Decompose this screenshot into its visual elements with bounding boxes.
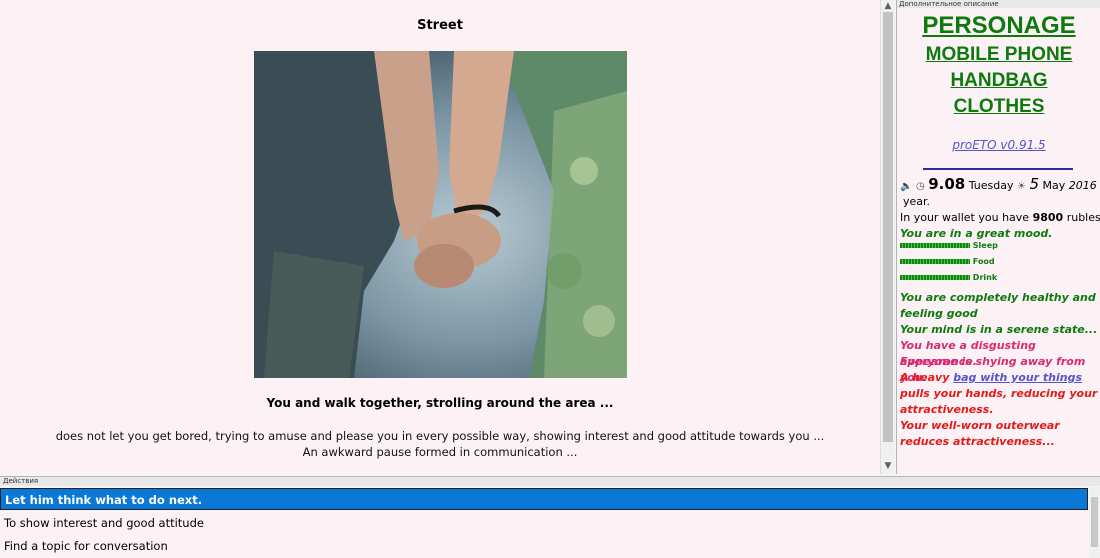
action-item-selected[interactable]: Let him think what to do next. <box>0 488 1088 510</box>
drink-bar <box>900 275 970 280</box>
outerwear-text: Your well-worn outerwear reduces attract… <box>900 419 1060 448</box>
mind-text: Your mind is in a serene state... <box>900 323 1098 336</box>
sleep-stat: Sleep <box>900 241 998 250</box>
scrollbar-thumb[interactable] <box>883 12 893 442</box>
mobile-phone-link[interactable]: MOBILE PHONE <box>897 44 1100 66</box>
date-time-row: 🔈 ◷ 9.08 Tuesday ☀ 5 May 2016 <box>900 175 1097 193</box>
version-link[interactable]: proETO v0.91.5 <box>897 138 1100 152</box>
weather-icon: ☀ <box>1016 181 1026 192</box>
additional-description-pane: Дополнительное описание PERSONAGE MOBILE… <box>896 0 1100 474</box>
food-stat: Food <box>900 257 995 266</box>
location-title: Street <box>417 18 463 33</box>
personage-link[interactable]: PERSONAGE <box>897 12 1100 40</box>
main-description-pane: Street You and walk together, strolling … <box>0 0 881 474</box>
stat-label: Food <box>972 257 995 266</box>
year-word: year. <box>903 195 931 208</box>
wallet-prefix: In your wallet you have <box>900 211 1030 224</box>
wallet-line: In your wallet you have 9800 rubles <box>900 211 1100 224</box>
action-item[interactable]: To show interest and good attitude <box>0 512 1088 534</box>
weekday: Tuesday <box>968 179 1014 192</box>
stat-label: Drink <box>972 273 998 282</box>
scroll-up-arrow-icon[interactable]: ▲ <box>881 0 895 12</box>
bag-link[interactable]: bag with your things <box>953 371 1082 384</box>
actions-pane: Действия Let him think what to do next. … <box>0 476 1100 558</box>
divider <box>923 168 1073 170</box>
day-value: 5 <box>1029 175 1039 193</box>
scene-image <box>254 51 627 378</box>
scene-text-line: does not let you get bored, trying to am… <box>55 429 825 443</box>
actions-scrollbar[interactable] <box>1089 487 1100 558</box>
bag-text-pre: A heavy <box>900 371 950 384</box>
bag-text: A heavy bag with your things pulls your … <box>900 370 1098 418</box>
health-text: You are completely healthy and feeling g… <box>900 291 1096 320</box>
actions-header: Действия <box>0 477 1100 486</box>
year-number: 2016 <box>1068 179 1097 192</box>
action-item[interactable]: Find a topic for conversation <box>0 535 1088 557</box>
handbag-link[interactable]: HANDBAG <box>897 70 1100 92</box>
time-value: 9.08 <box>928 175 966 193</box>
scroll-down-arrow-icon[interactable]: ▼ <box>881 460 895 472</box>
food-bar <box>900 259 970 264</box>
sleep-bar <box>900 243 970 248</box>
scrollbar-thumb[interactable] <box>1091 497 1098 547</box>
clothes-link[interactable]: CLOTHES <box>897 96 1100 118</box>
bag-text-post: pulls your hands, reducing your attracti… <box>900 387 1098 416</box>
scene-text-line: An awkward pause formed in communication… <box>302 445 578 459</box>
pane-header: Дополнительное описание <box>897 0 1100 8</box>
wallet-suffix: rubles <box>1066 211 1100 224</box>
speaker-icon[interactable]: 🔈 <box>900 181 912 192</box>
month: May <box>1042 179 1066 192</box>
scene-caption: You and walk together, strolling around … <box>266 396 614 410</box>
wallet-amount: 9800 <box>1032 211 1064 224</box>
drink-stat: Drink <box>900 273 997 282</box>
clock-icon: ◷ <box>915 181 925 192</box>
stat-label: Sleep <box>972 241 998 250</box>
mood-text: You are in a great mood. <box>900 227 1053 240</box>
main-scrollbar[interactable]: ▲ ▼ <box>880 0 895 474</box>
